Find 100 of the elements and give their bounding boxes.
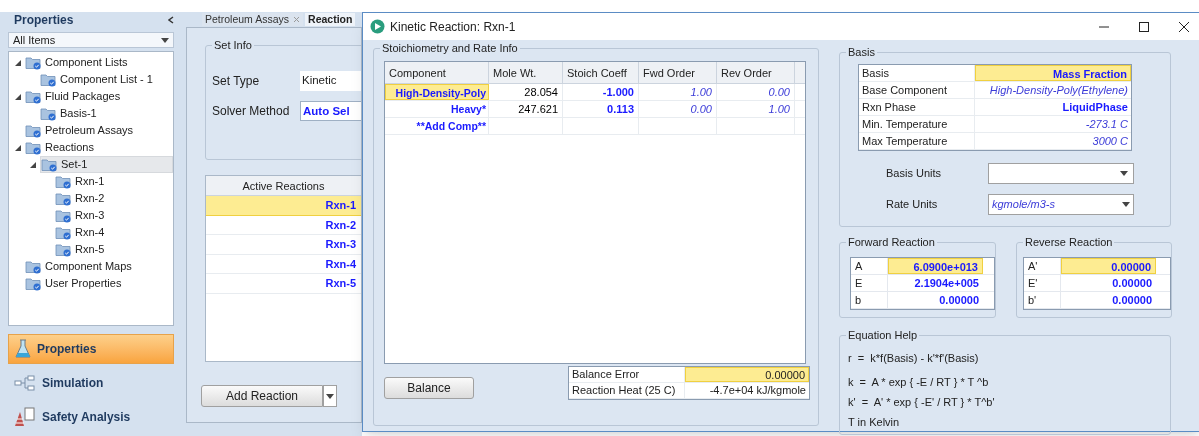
folder-icon [40,72,57,87]
tree-item[interactable]: Component Lists [25,54,136,71]
table-cell: 28.054 [489,84,563,100]
table-cell: 1.00 [717,101,795,117]
basis-label: Max Temperature [859,133,975,149]
equation-text: k = A * exp { -E / RT } * T ^b [848,375,990,390]
folder-icon [55,174,72,189]
basis-value[interactable]: Mass Fraction [975,65,1131,81]
tree-item[interactable]: Component List - 1 [40,71,161,88]
folder-icon [25,276,42,291]
basis-value[interactable]: -273.1 C [975,116,1131,132]
parameter-value[interactable]: 0.00000 [1061,258,1156,274]
tree-item[interactable]: Rxn-3 [55,207,113,224]
document-tab[interactable]: Reaction [305,13,356,26]
folder-icon [25,89,42,104]
balance-value: -4.7e+04 kJ/kgmole [708,383,807,398]
parameter-label: E [851,275,888,291]
column-header: Component [385,62,489,83]
parameter-label: b [851,292,888,308]
collapse-triangle-icon[interactable] [14,92,22,101]
tree-item[interactable]: Rxn-4 [55,224,113,241]
basis-label: Min. Temperature [859,116,975,132]
parameter-value[interactable]: 0.00000 [1061,275,1156,291]
component-cell[interactable]: High-Density-Poly [385,84,489,100]
collapse-triangle-icon[interactable] [14,58,22,67]
sidebar-title: Properties [14,12,74,29]
tree-item[interactable]: User Properties [25,275,130,292]
tree-item[interactable]: Basis-1 [40,105,105,122]
field-value[interactable]: Auto Sel [300,101,361,121]
dropdown-caret-icon[interactable] [326,393,334,399]
dropdown-caret-icon[interactable] [1120,170,1128,176]
folder-icon [41,157,58,172]
basis-label: Rxn Phase [859,99,975,115]
collapse-triangle-icon[interactable] [14,143,22,152]
parameter-value[interactable]: 0.00000 [888,292,983,308]
balance-button[interactable]: Balance [384,377,474,399]
column-header: Stoich Coeff [563,62,639,83]
reaction-row[interactable]: Rxn-2 [206,215,361,235]
tree-item[interactable]: Fluid Packages [25,88,129,105]
field-label: Set Type [212,73,261,90]
parameter-value[interactable]: 6.0900e+013 [888,258,983,274]
column-header: Active Reactions [206,176,361,196]
folder-icon [55,191,72,206]
navigation-button[interactable]: Properties [8,334,174,364]
reaction-row[interactable]: Rxn-1 [206,196,361,216]
field-label: Rate Units [885,196,939,212]
folder-icon [55,208,72,223]
basis-value[interactable]: LiquidPhase [975,99,1131,115]
folder-icon [55,225,72,240]
field-label: Solver Method [212,103,291,120]
parameter-value[interactable]: 0.00000 [1061,292,1156,308]
basis-value[interactable]: 3000 C [975,133,1131,149]
table-cell: 1.00 [639,84,717,100]
folder-icon [25,140,42,155]
flask-icon [15,339,31,359]
navigation-button[interactable]: Simulation [8,368,174,398]
equation-text: k' = A' * exp { -E' / RT } * T^b' [848,395,996,410]
component-cell[interactable]: **Add Comp** [385,118,489,134]
dropdown-caret-icon[interactable] [161,37,169,43]
filter-dropdown[interactable]: All Items [8,32,174,48]
tree-item[interactable]: Rxn-1 [55,173,113,190]
collapse-triangle-icon[interactable] [29,160,37,169]
parameter-label: b' [1024,292,1061,308]
rate-units-dropdown[interactable]: kgmole/m3-s [988,193,1134,215]
folder-icon [40,106,57,121]
reaction-row[interactable]: Rxn-3 [206,235,361,255]
basis-value[interactable]: High-Density-Poly(Ethylene) [975,82,1131,98]
navigation-button[interactable]: Safety Analysis [8,402,174,432]
tree-item[interactable]: Rxn-5 [55,241,113,258]
folder-icon [25,123,42,138]
tree-item[interactable]: Rxn-2 [55,190,113,207]
component-cell[interactable]: Heavy* [385,101,489,117]
reaction-row[interactable]: Rxn-4 [206,254,361,274]
folder-icon [25,259,42,274]
parameter-value[interactable]: 2.1904e+005 [888,275,983,291]
column-header: Fwd Order [639,62,717,83]
tree-item[interactable]: Component Maps [25,258,140,275]
add-reaction-button[interactable]: Add Reaction [201,385,323,407]
dropdown-button[interactable] [323,385,337,407]
field-label: Basis Units [885,165,943,181]
reaction-row[interactable]: Rxn-5 [206,274,361,294]
folder-icon [25,55,42,70]
basis-label: Base Component [859,82,975,98]
window-title: Kinetic Reaction: Rxn-1 [390,18,516,36]
dropdown-caret-icon[interactable] [1122,201,1130,207]
document-tab[interactable]: Petroleum Assays [202,13,304,26]
table-cell: -1.000 [563,84,639,100]
tree-item[interactable]: Reactions [25,139,102,156]
maximize-icon[interactable] [1139,21,1149,32]
equation-text: T in Kelvin [848,415,901,430]
safety-document-icon [14,407,36,427]
field-value[interactable]: Kinetic [300,71,361,91]
tree-item[interactable]: Petroleum Assays [25,122,142,139]
play-logo-icon [370,19,385,34]
table-cell: 0.00 [639,101,717,117]
close-icon[interactable] [1179,21,1189,32]
tree-item[interactable]: Set-1 [40,156,173,173]
collapse-chevron-icon[interactable] [168,16,174,24]
flowchart-icon [14,375,36,391]
parameter-label: E' [1024,275,1061,291]
